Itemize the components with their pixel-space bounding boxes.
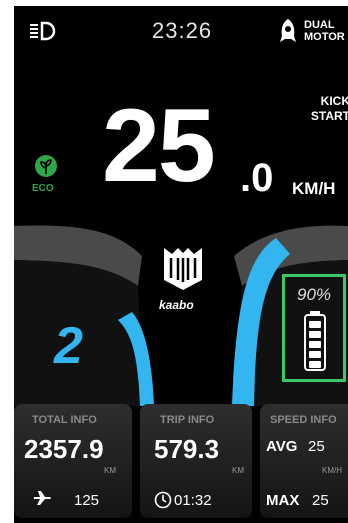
speed-info-title: SPEED INFO	[270, 414, 337, 426]
plane-icon	[34, 491, 51, 505]
avg-label: AVG	[266, 438, 298, 455]
speed-info-unit: KM/H	[322, 466, 342, 475]
speed-info-card[interactable]: SPEED INFO AVG 25 KM/H MAX 25	[260, 404, 348, 518]
brand-name: kaabo	[159, 298, 194, 312]
battery-icon	[304, 311, 326, 371]
battery-cell	[309, 361, 321, 368]
max-value: 25	[312, 492, 329, 509]
total-info-title: TOTAL INFO	[32, 414, 97, 426]
speed-unit: KM/H	[292, 179, 336, 198]
headlight-icon	[30, 21, 56, 41]
clock-icon	[154, 491, 172, 509]
battery-percent: 90%	[297, 285, 332, 304]
trip-unit: KM	[232, 466, 244, 475]
kick-start-label[interactable]: KICK START	[311, 94, 348, 124]
battery-cell	[309, 341, 321, 348]
dashboard-screen: 23:26 DUAL MOTOR KICK START ECO 25 .0 KM…	[14, 6, 348, 523]
total-unit: KM	[104, 466, 116, 475]
total-secondary-value: 125	[74, 492, 100, 509]
speed-decimal: .0	[240, 156, 274, 200]
battery-cell	[309, 351, 321, 358]
trip-distance: 579.3	[154, 434, 220, 464]
total-distance: 2357.9	[24, 434, 104, 464]
trip-duration: 01:32	[174, 492, 212, 509]
motor-mode-label[interactable]: DUAL MOTOR	[304, 19, 345, 43]
battery-cell	[309, 331, 321, 338]
battery-cell	[309, 321, 321, 328]
motor-icon	[280, 19, 296, 42]
eco-leaf-icon	[35, 155, 57, 177]
trip-info-title: TRIP INFO	[160, 414, 215, 426]
avg-value: 25	[308, 438, 325, 455]
gear-level: 2	[54, 317, 83, 375]
ride-mode-label: ECO	[32, 183, 54, 194]
brand-logo	[164, 248, 202, 290]
total-info-card[interactable]: TOTAL INFO 2357.9 KM 125	[14, 404, 132, 518]
max-label: MAX	[266, 492, 300, 509]
clock-time: 23:26	[152, 18, 213, 43]
trip-info-card[interactable]: TRIP INFO 579.3 KM 01:32	[140, 404, 252, 518]
speed-value: 25	[102, 88, 216, 204]
